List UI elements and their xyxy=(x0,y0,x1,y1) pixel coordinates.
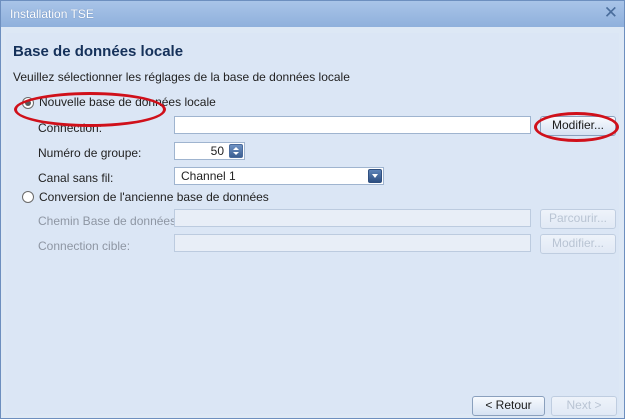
connection-field[interactable] xyxy=(174,116,531,134)
wireless-channel-value: Channel 1 xyxy=(181,169,236,183)
modify-connection-button[interactable]: Modifier... xyxy=(540,116,616,136)
modify-target-button[interactable]: Modifier... xyxy=(540,234,616,254)
radio-convert-database-label[interactable]: Conversion de l'ancienne base de données xyxy=(39,190,269,204)
chevron-down-icon[interactable] xyxy=(368,169,382,183)
radio-new-database-label[interactable]: Nouvelle base de données locale xyxy=(39,95,216,109)
radio-new-database[interactable] xyxy=(22,97,34,109)
radio-convert-database[interactable] xyxy=(22,191,34,203)
title-bar: Installation TSE ✕ xyxy=(1,1,624,27)
close-icon[interactable]: ✕ xyxy=(604,4,618,22)
installer-window: Installation TSE ✕ Base de données local… xyxy=(0,0,625,419)
database-path-field[interactable] xyxy=(174,209,531,227)
spin-updown-icon[interactable] xyxy=(229,144,243,158)
page-instruction: Veuillez sélectionner les réglages de la… xyxy=(13,70,350,84)
target-connection-label: Connection cible: xyxy=(38,239,131,253)
wireless-channel-label: Canal sans fil: xyxy=(38,171,114,185)
group-number-spinner[interactable]: 50 xyxy=(174,142,245,160)
target-connection-field[interactable] xyxy=(174,234,531,252)
back-button[interactable]: < Retour xyxy=(472,396,545,416)
group-number-label: Numéro de groupe: xyxy=(38,146,142,160)
next-button[interactable]: Next > xyxy=(551,396,617,416)
group-number-value: 50 xyxy=(210,144,224,158)
browse-button[interactable]: Parcourir... xyxy=(540,209,616,229)
window-title: Installation TSE xyxy=(10,7,94,21)
page-title: Base de données locale xyxy=(13,43,184,60)
database-path-label: Chemin Base de données: xyxy=(38,214,180,228)
connection-label: Connection: xyxy=(38,121,103,135)
wireless-channel-select[interactable]: Channel 1 xyxy=(174,167,384,185)
